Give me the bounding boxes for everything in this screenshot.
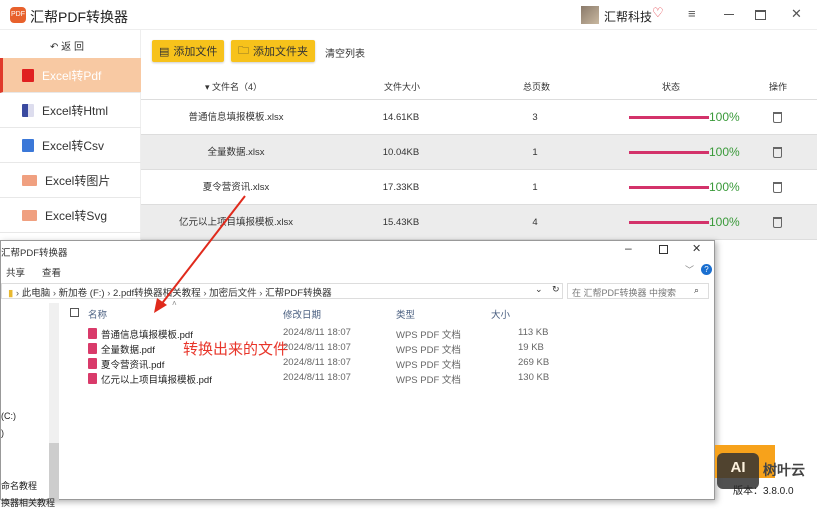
version-label: 版本：3.8.0.0 <box>733 486 794 497</box>
annotation-arrow <box>154 195 246 313</box>
annotation-text: 转换出来的文件 <box>183 341 289 358</box>
watermark-text: 树叶云 <box>763 462 805 478</box>
